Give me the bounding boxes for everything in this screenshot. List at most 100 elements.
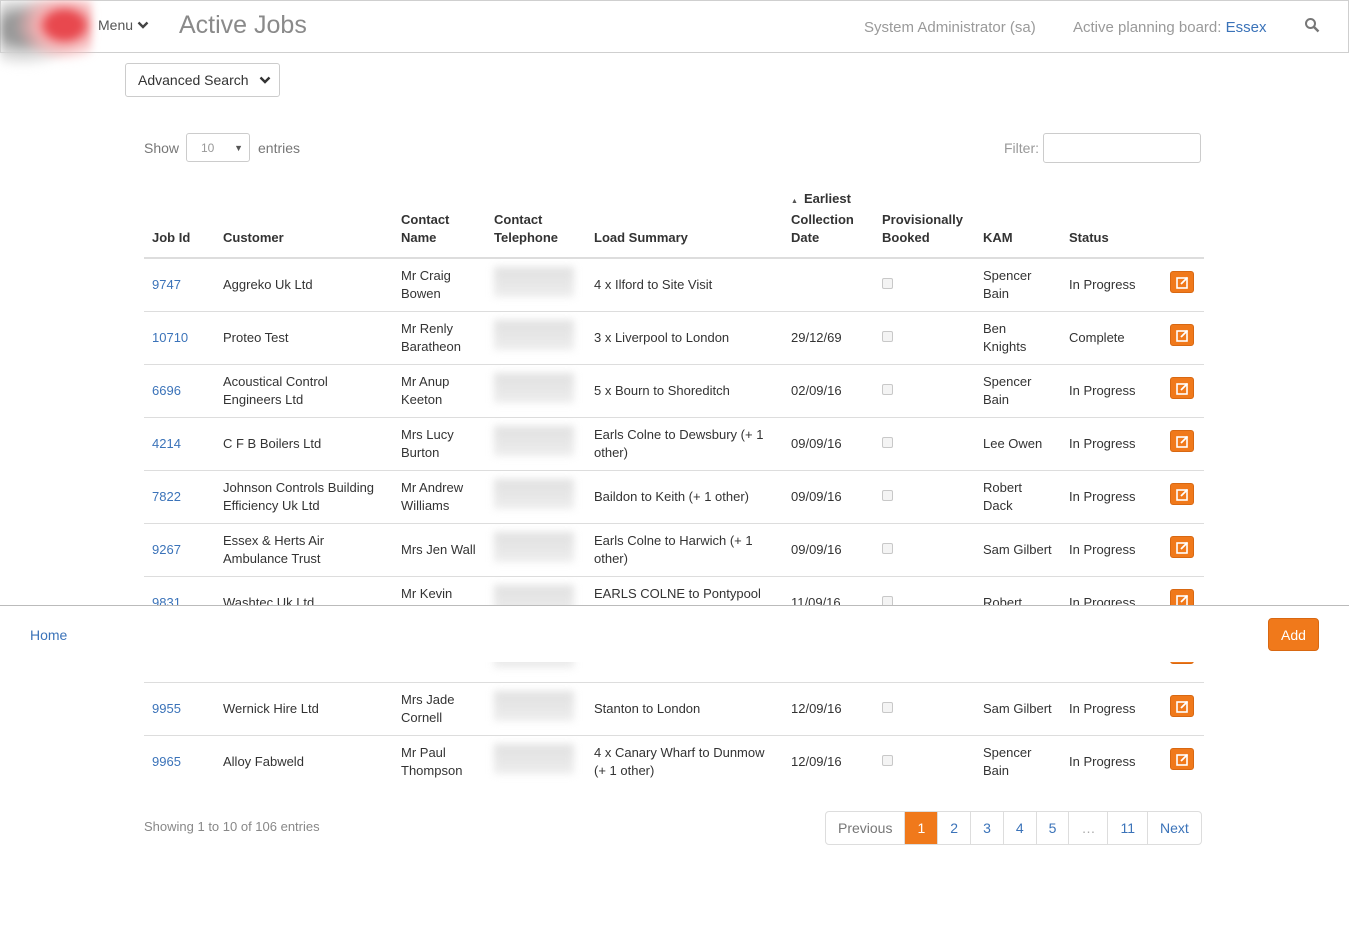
table-row: 7822 Johnson Controls Building Efficiency…	[144, 469, 1204, 523]
job-id-link[interactable]: 9955	[152, 701, 181, 716]
table-info: Showing 1 to 10 of 106 entries	[144, 819, 320, 834]
edit-icon[interactable]	[1170, 536, 1194, 558]
company-logo[interactable]	[0, 0, 92, 72]
menu-button[interactable]: Menu	[98, 17, 149, 33]
job-id-link[interactable]: 10710	[152, 330, 188, 345]
col-header-contact-name[interactable]: Contact Name	[393, 190, 486, 259]
cell-status: In Progress	[1061, 734, 1162, 788]
job-id-link[interactable]: 4214	[152, 436, 181, 451]
cell-contact-telephone	[486, 734, 586, 788]
provisionally-booked-checkbox[interactable]	[882, 436, 893, 448]
pagination-page[interactable]: 1	[904, 812, 938, 844]
provisionally-booked-checkbox[interactable]	[882, 489, 893, 501]
pagination-previous[interactable]: Previous	[826, 812, 904, 844]
home-link[interactable]: Home	[30, 627, 67, 643]
cell-load-summary: 4 x Ilford to Site Visit	[594, 276, 713, 292]
table-row: 9965 Alloy Fabweld Mr Paul Thompson 4 x Can…	[144, 734, 1204, 788]
cell-contact-telephone	[486, 681, 586, 735]
pagination-page[interactable]: 3	[970, 812, 1003, 844]
cell-provisionally-booked	[874, 258, 975, 311]
table-row: 10710 Proteo Test Mr Renly Baratheon 3 x Li…	[144, 310, 1204, 364]
edit-icon[interactable]	[1170, 324, 1194, 346]
cell-collection-date	[783, 258, 874, 311]
filter-input[interactable]	[1043, 133, 1201, 163]
cell-collection-date: 02/09/16	[783, 363, 874, 417]
table-header-row: Job Id Customer Contact Name Contact Tel…	[144, 190, 1204, 259]
job-id-link[interactable]: 9267	[152, 542, 181, 557]
pagination-page[interactable]: 5	[1035, 812, 1069, 844]
col-header-earliest-collection-date-label: Earliest Collection Date	[791, 191, 854, 245]
cell-provisionally-booked	[874, 416, 975, 470]
provisionally-booked-checkbox[interactable]	[882, 542, 893, 554]
cell-contact-name: Mr Anup Keeton	[393, 363, 486, 417]
edit-icon[interactable]	[1170, 271, 1194, 294]
edit-icon[interactable]	[1170, 377, 1194, 399]
provisionally-booked-checkbox[interactable]	[882, 277, 893, 289]
edit-icon[interactable]	[1170, 695, 1194, 717]
pagination-page[interactable]: 2	[937, 812, 970, 844]
cell-collection-date: 09/09/16	[783, 416, 874, 470]
col-header-status[interactable]: Status	[1061, 190, 1162, 259]
entries-per-page-select[interactable]: 10 ▼	[186, 133, 250, 162]
cell-actions	[1162, 310, 1204, 364]
cell-job-id: 9955	[144, 681, 215, 735]
cell-load-summary: 5 x Bourn to Shoreditch	[586, 363, 783, 417]
cell-contact-telephone	[486, 522, 586, 576]
cell-job-id: 7822	[144, 469, 215, 523]
col-header-contact-telephone[interactable]: Contact Telephone	[486, 190, 586, 259]
edit-icon[interactable]	[1170, 430, 1194, 452]
cell-provisionally-booked	[874, 681, 975, 735]
filter-label: Filter:	[1004, 140, 1039, 156]
col-header-job-id[interactable]: Job Id	[144, 190, 215, 259]
table-row: 9955 Wernick Hire Ltd Mrs Jade Cornell Stan…	[144, 681, 1204, 735]
cell-kam: Spencer Bain	[975, 363, 1061, 417]
provisionally-booked-checkbox[interactable]	[882, 383, 893, 395]
cell-customer: Aggreko Uk Ltd	[223, 276, 313, 292]
job-id-link[interactable]: 9965	[152, 754, 181, 769]
pagination-page[interactable]: 4	[1002, 812, 1036, 844]
col-header-provisionally-booked[interactable]: Provisionally Booked	[874, 190, 975, 259]
provisionally-booked-checkbox[interactable]	[882, 701, 893, 713]
cell-kam: Spencer Bain	[983, 267, 1032, 301]
page-title: Active Jobs	[179, 11, 307, 39]
provisionally-booked-checkbox[interactable]	[882, 754, 893, 766]
search-icon[interactable]	[1304, 17, 1320, 33]
cell-actions	[1162, 416, 1204, 470]
cell-job-id: 9965	[144, 734, 215, 788]
cell-contact-name: Mrs Jen Wall	[393, 522, 486, 576]
cell-job-id: 9267	[144, 522, 215, 576]
add-button[interactable]: Add	[1268, 618, 1319, 651]
col-header-load-summary[interactable]: Load Summary	[586, 190, 783, 259]
edit-icon[interactable]	[1170, 748, 1194, 771]
redacted-phone	[494, 691, 574, 721]
redacted-phone	[494, 744, 574, 775]
advanced-search-button[interactable]: Advanced Search	[125, 63, 280, 97]
col-header-kam[interactable]: KAM	[975, 190, 1061, 259]
cell-contact-name: Mr Renly Baratheon	[393, 310, 486, 364]
cell-actions	[1162, 522, 1204, 576]
cell-load-summary: Earls Colne to Dewsbury (+ 1 other)	[586, 416, 783, 470]
advanced-search-label: Advanced Search	[138, 72, 249, 88]
cell-provisionally-booked	[874, 734, 975, 788]
job-id-link[interactable]: 6696	[152, 383, 181, 398]
job-id-link[interactable]: 9747	[152, 277, 181, 292]
cell-status: In Progress	[1061, 522, 1162, 576]
cell-kam: Lee Owen	[975, 416, 1061, 470]
provisionally-booked-checkbox[interactable]	[882, 330, 893, 342]
cell-contact-name: Mr Craig Bowen	[401, 267, 451, 301]
pagination-next[interactable]: Next	[1147, 812, 1201, 844]
edit-icon[interactable]	[1170, 483, 1194, 505]
planning-board-link[interactable]: Essex	[1226, 19, 1267, 36]
col-header-earliest-collection-date[interactable]: ▲ Earliest Collection Date	[783, 190, 874, 259]
cell-collection-date: 09/09/16	[783, 469, 874, 523]
col-header-customer[interactable]: Customer	[215, 190, 393, 259]
job-id-link[interactable]: 7822	[152, 489, 181, 504]
top-navbar: Menu Active Jobs System Administrator (s…	[0, 0, 1349, 53]
cell-status: In Progress	[1061, 681, 1162, 735]
pagination-page[interactable]: 11	[1107, 812, 1147, 844]
cell-contact-telephone	[486, 469, 586, 523]
redacted-phone	[494, 532, 574, 562]
cell-status: Complete	[1061, 310, 1162, 364]
cell-actions	[1162, 681, 1204, 735]
chevron-down-icon	[259, 76, 270, 84]
